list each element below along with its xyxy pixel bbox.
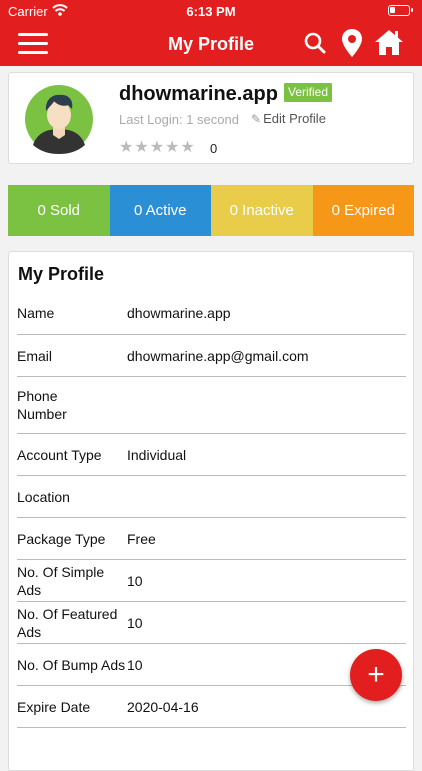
detail-row-name: Name dhowmarine.app	[17, 292, 406, 335]
detail-label: Name	[17, 305, 55, 321]
home-icon[interactable]	[374, 28, 404, 61]
top-nav-bar: My Profile	[0, 22, 422, 66]
search-icon[interactable]	[303, 31, 327, 60]
detail-row-phone: Phone Number	[17, 377, 406, 434]
rating-count: 0	[210, 141, 218, 156]
edit-profile-link[interactable]: ✎ Edit Profile	[251, 111, 326, 126]
detail-value: Individual	[127, 446, 187, 463]
profile-username: dhowmarine.app	[119, 83, 278, 105]
detail-row-simple-ads: No. Of Simple Ads 10	[17, 560, 406, 602]
detail-row-location: Location	[17, 476, 406, 518]
detail-value: dhowmarine.app@gmail.com	[127, 347, 309, 364]
detail-label: Phone Number	[17, 388, 67, 422]
detail-row-account-type: Account Type Individual	[17, 434, 406, 476]
section-heading: My Profile	[18, 264, 105, 284]
detail-label: Email	[17, 347, 53, 364]
detail-value: Free	[127, 530, 156, 547]
status-bar: Carrier 6:13 PM	[0, 0, 422, 22]
detail-label: No. Of Featured Ads	[17, 605, 118, 640]
detail-label: No. Of Simple Ads	[17, 563, 105, 598]
detail-row-package-type: Package Type Free	[17, 518, 406, 560]
detail-label: Expire Date	[17, 698, 91, 715]
battery-icon	[388, 5, 413, 16]
detail-row-featured-ads: No. Of Featured Ads 10	[17, 602, 406, 644]
detail-row-bump-ads: No. Of Bump Ads 10	[17, 644, 406, 686]
rating-stars: ★★★★★	[119, 139, 196, 156]
location-pin-icon[interactable]	[341, 28, 363, 63]
clock: 6:13 PM	[186, 4, 236, 19]
detail-label: No. Of Bump Ads	[17, 656, 126, 673]
verified-badge: Verified	[284, 83, 333, 102]
avatar	[19, 83, 99, 155]
sold-ads-tile[interactable]: 0 Sold	[8, 185, 110, 236]
detail-value: 10	[127, 614, 143, 631]
detail-row-email: Email dhowmarine.app@gmail.com	[17, 335, 406, 377]
detail-label: Package Type	[17, 530, 106, 547]
detail-value: 10	[127, 572, 143, 589]
edit-profile-label: Edit Profile	[263, 111, 326, 126]
detail-row-expire-date: Expire Date 2020-04-16	[17, 686, 406, 728]
profile-card: dhowmarine.app Verified Last Login: 1 se…	[8, 72, 414, 164]
expired-ads-tile[interactable]: 0 Expired	[312, 185, 414, 236]
detail-value: 2020-04-16	[127, 698, 199, 715]
plus-icon: +	[367, 658, 385, 691]
detail-label: Location	[17, 488, 70, 505]
active-ads-tile[interactable]: 0 Active	[109, 185, 211, 236]
profile-details-panel: My Profile Name dhowmarine.app Email dho…	[8, 251, 414, 771]
inactive-ads-tile[interactable]: 0 Inactive	[211, 185, 313, 236]
last-login-text: Last Login: 1 second	[119, 112, 239, 127]
detail-value: dhowmarine.app	[127, 305, 231, 321]
edit-icon: ✎	[251, 112, 262, 126]
add-ad-button[interactable]: +	[350, 649, 402, 701]
detail-label: Account Type	[17, 446, 102, 463]
ad-stats-bar: 0 Sold 0 Active 0 Inactive 0 Expired	[8, 185, 414, 236]
detail-value: 10	[127, 656, 143, 673]
